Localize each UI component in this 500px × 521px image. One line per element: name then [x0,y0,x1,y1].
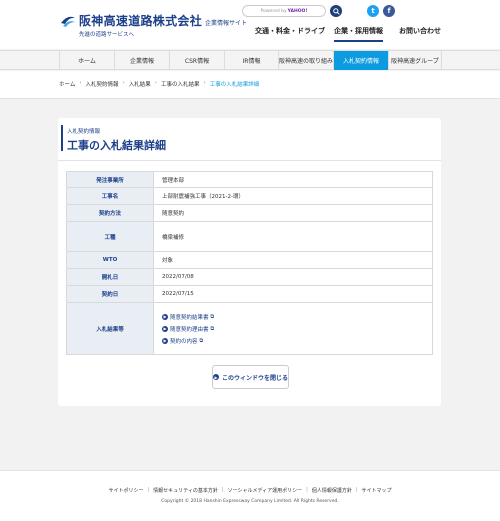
close-window-label: このウィンドウを閉じる [221,374,288,382]
table-row: 契約日 2022/07/15 [66,285,433,303]
row-label: 契約方法 [66,204,154,222]
company-logo[interactable]: 阪神高速道路株式会社 企業情報サイト 先進の道路サービスへ [60,12,247,38]
footer-link-security-policy[interactable]: 情報セキュリティの基本方針 [153,487,218,494]
arrow-right-icon: ▶ [162,313,168,320]
table-row: 工事名 上部耐震補強工事（2021-2-環） [66,187,433,205]
breadcrumb-results[interactable]: 入札結果 [129,80,151,88]
row-label: 発注事業所 [66,171,154,188]
logo-company-name: 阪神高速道路株式会社 [79,14,203,28]
search-button[interactable] [330,5,342,17]
result-link-contract-reason[interactable]: ▶ 随意契約理由書 ⧉ [162,323,432,335]
link-label: 契約の内容 [170,338,198,345]
close-window-button[interactable]: ▶ このウィンドウを閉じる [212,365,289,389]
row-label: 入札結果等 [66,302,154,355]
external-link-icon: ⧉ [210,313,215,320]
result-links: ▶ 随意契約結果書 ⧉ ▶ 随意契約理由書 ⧉ ▶ 契約の内容 ⧉ [153,302,433,355]
table-row: 工種 橋梁補修 [66,221,433,252]
menu-bidding[interactable]: 入札契約情報 [333,51,388,70]
row-label: WTO [66,251,154,269]
breadcrumb-bidding[interactable]: 入札契約情報 [86,80,119,88]
table-row: 発注事業所 管理本部 [66,171,433,188]
menu-company[interactable]: 企業情報 [114,51,169,70]
breadcrumb: ホーム › 入札契約情報 › 入札結果 › 工事の入札結果 › 工事の入札結果詳… [59,80,260,88]
logo-tagline: 先進の道路サービスへ [79,32,135,38]
twitter-glyph: t [371,7,375,15]
footer-link-sitemap[interactable]: サイトマップ [362,487,392,494]
row-label: 工種 [66,221,154,252]
breadcrumb-construction-results[interactable]: 工事の入札結果 [161,80,200,88]
arrow-right-icon: ▶ [162,337,168,344]
menu-initiatives[interactable]: 阪神高速の取り組み [278,51,333,70]
row-value: 管理本部 [153,171,433,188]
site-footer: サイトポリシー | 情報セキュリティの基本方針 | ソーシャルメディア運用ポリシ… [0,470,500,521]
breadcrumb-home[interactable]: ホーム [59,80,75,88]
arrow-right-icon: ▶ [162,325,168,332]
page-heading: 入札契約情報 工事の入札結果詳細 [58,125,441,161]
search-brand: YAHOO! [287,8,308,14]
table-row: 契約方法 随意契約 [66,204,433,222]
footer-link-privacy[interactable]: 個人情報保護方針 [312,487,352,494]
page-category: 入札契約情報 [67,129,101,135]
site-header: 阪神高速道路株式会社 企業情報サイト 先進の道路サービスへ Powered by… [0,0,500,49]
row-label: 工事名 [66,187,154,205]
nav-traffic[interactable]: 交通・料金・ドライブ [255,26,325,40]
detail-card: 入札契約情報 工事の入札結果詳細 発注事業所 管理本部 工事名 上部耐震補強工事… [58,118,441,406]
external-link-icon: ⧉ [210,325,215,332]
arrow-right-icon: ▶ [213,374,219,380]
menu-home[interactable]: ホーム [59,51,114,70]
result-link-contract-result[interactable]: ▶ 随意契約結果書 ⧉ [162,311,432,323]
row-value: 2022/07/15 [153,285,433,303]
row-value: 随意契約 [153,204,433,222]
logo-site-name: 企業情報サイト [205,20,248,27]
facebook-glyph: f [387,7,391,15]
search-powered-by: Powered by [260,8,287,14]
row-label: 契約日 [66,285,154,303]
bid-result-table: 発注事業所 管理本部 工事名 上部耐震補強工事（2021-2-環） 契約方法 随… [66,171,433,355]
twitter-icon[interactable]: t [367,5,379,17]
menu-group[interactable]: 阪神高速グループ [388,51,442,70]
row-value: 2022/07/08 [153,268,433,286]
row-value: 上部耐震補強工事（2021-2-環） [153,187,433,205]
breadcrumb-current: 工事の入札結果詳細 [209,82,260,88]
table-row: WTO 対象 [66,251,433,269]
link-label: 随意契約結果書 [170,314,209,321]
page-title: 工事の入札結果詳細 [67,139,166,152]
row-label: 開札日 [66,268,154,286]
search-input[interactable]: Powered by YAHOO! [242,5,326,17]
external-link-icon: ⧉ [199,337,204,344]
result-link-contract-content[interactable]: ▶ 契約の内容 ⧉ [162,335,432,347]
heading-accent-bar [61,125,63,151]
search-icon [332,7,340,15]
table-row: 入札結果等 ▶ 随意契約結果書 ⧉ ▶ 随意契約理由書 ⧉ ▶ 契約の内容 ⧉ [66,302,433,355]
main-menu: ホーム 企業情報 CSR情報 IR情報 阪神高速の取り組み 入札契約情報 阪神高… [0,50,500,70]
menu-ir[interactable]: IR情報 [224,51,278,70]
copyright: Copyright © 2018 Hanshin Expressway Comp… [161,499,339,504]
row-value: 橋梁補修 [153,221,433,252]
menu-csr[interactable]: CSR情報 [169,51,224,70]
breadcrumb-area: ホーム › 入札契約情報 › 入札結果 › 工事の入札結果 › 工事の入札結果詳… [0,71,500,99]
table-row: 開札日 2022/07/08 [66,268,433,286]
row-value: 対象 [153,251,433,269]
nav-corporate[interactable]: 企業・採用情報 [334,26,383,42]
footer-link-social-policy[interactable]: ソーシャルメディア運用ポリシー [228,487,303,494]
logo-mark-icon [61,16,75,27]
footer-links: サイトポリシー | 情報セキュリティの基本方針 | ソーシャルメディア運用ポリシ… [108,487,392,494]
footer-link-site-policy[interactable]: サイトポリシー [108,487,143,494]
link-label: 随意契約理由書 [170,326,209,333]
nav-contact[interactable]: お問い合わせ [399,26,441,40]
facebook-icon[interactable]: f [383,5,395,17]
